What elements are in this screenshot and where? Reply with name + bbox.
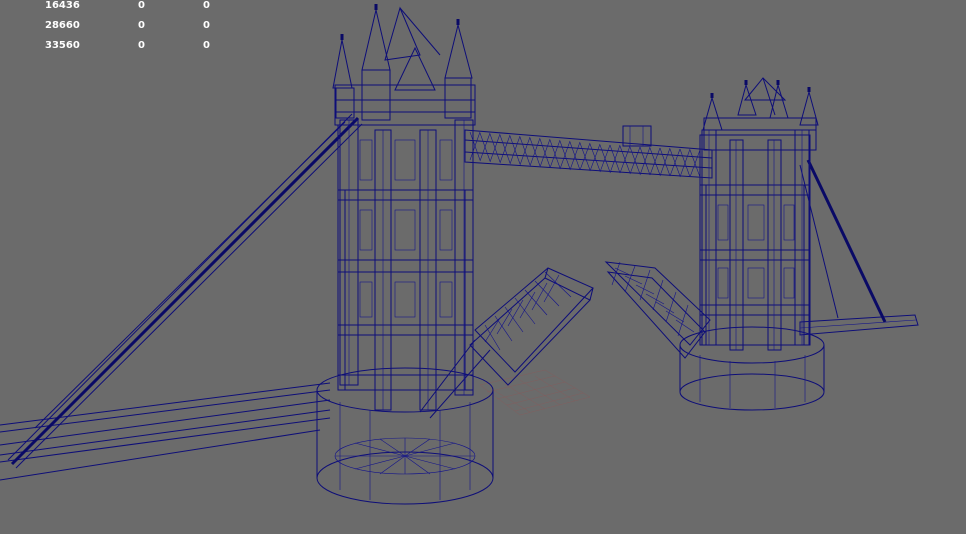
3d-viewport[interactable]: 16436 0 0 28660 0 0 33560 0 0 <box>0 0 966 534</box>
hud-value: 0 <box>203 40 210 51</box>
bascule-left <box>419 267 594 419</box>
suspension-cable-right <box>799 159 887 323</box>
road-deck-left <box>0 382 331 481</box>
hud-value: 0 <box>138 0 145 11</box>
hud-value: 33560 <box>45 40 80 51</box>
hud-row-1: 16436 0 0 <box>0 0 230 20</box>
hud-value: 0 <box>138 20 145 31</box>
road-deck-right <box>799 314 919 336</box>
hud-value: 0 <box>203 20 210 31</box>
left-tower <box>332 4 476 411</box>
wireframe-scene[interactable] <box>0 0 966 534</box>
upper-walkway <box>464 125 713 179</box>
hud-value: 0 <box>203 0 210 11</box>
ground-grid <box>479 369 591 416</box>
suspension-cable-left <box>7 113 363 469</box>
hud-row-3: 33560 0 0 <box>0 40 230 60</box>
bascule-right <box>604 261 711 359</box>
hud-row-2: 28660 0 0 <box>0 20 230 40</box>
hud-value: 28660 <box>45 20 80 31</box>
hud-value: 0 <box>138 40 145 51</box>
pier-left <box>316 367 494 505</box>
right-tower <box>699 77 819 351</box>
poly-count-hud: 16436 0 0 28660 0 0 33560 0 0 <box>0 0 230 60</box>
hud-value: 16436 <box>45 0 80 11</box>
